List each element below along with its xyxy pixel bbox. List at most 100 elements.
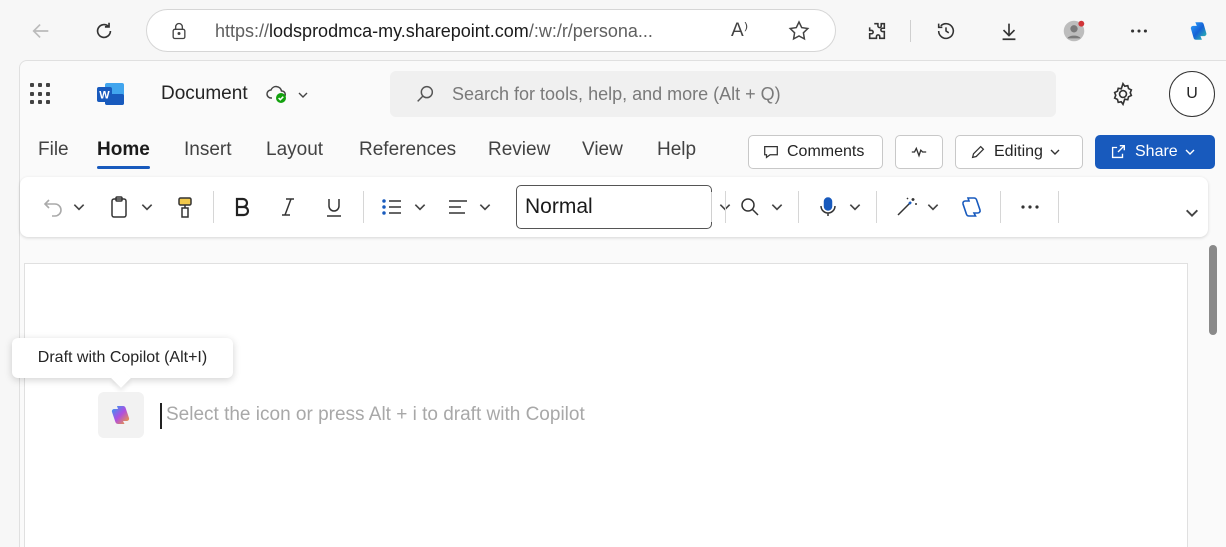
undo-dropdown[interactable] (70, 191, 88, 223)
find-button[interactable] (736, 191, 764, 223)
copilot-toolbar-button[interactable] (957, 191, 987, 223)
settings-gear-icon[interactable] (1110, 81, 1136, 107)
search-icon (417, 85, 434, 102)
history-button[interactable] (927, 12, 965, 50)
read-aloud-icon[interactable]: A⁾ (731, 19, 748, 42)
chevron-down-icon (849, 204, 861, 211)
chevron-down-icon (1050, 149, 1060, 155)
microphone-icon (820, 197, 836, 216)
more-button[interactable] (1120, 12, 1158, 50)
tab-references[interactable]: References (359, 139, 456, 161)
puzzle-icon (868, 22, 886, 40)
catch-up-button[interactable] (895, 135, 943, 169)
search-input[interactable] (452, 71, 1032, 117)
expand-ribbon-button[interactable] (1182, 197, 1202, 229)
paste-dropdown[interactable] (138, 191, 156, 223)
back-button[interactable] (22, 12, 60, 50)
copilot-tooltip: Draft with Copilot (Alt+I) (12, 338, 233, 378)
copilot-icon (962, 197, 981, 217)
text-cursor (160, 403, 162, 429)
bold-button[interactable] (228, 191, 256, 223)
lock-icon[interactable] (169, 21, 189, 41)
favorite-star-icon[interactable] (787, 19, 811, 43)
tab-view[interactable]: View (582, 139, 623, 161)
copilot-icon (111, 406, 130, 424)
draft-with-copilot-button[interactable] (98, 392, 144, 438)
designer-dropdown[interactable] (924, 191, 942, 223)
toolbar-separator (876, 191, 877, 223)
share-button[interactable]: Share (1095, 135, 1215, 169)
toolbar-separator (725, 191, 726, 223)
format-painter-button[interactable] (172, 191, 198, 223)
chevron-down-icon (1185, 149, 1195, 155)
italic-icon (282, 198, 294, 216)
search-box[interactable] (390, 71, 1056, 117)
app-launcher-icon[interactable] (30, 83, 52, 105)
toolbar-separator (1058, 191, 1059, 223)
tab-insert[interactable]: Insert (184, 139, 232, 161)
format-painter-icon (178, 197, 192, 218)
style-value: Normal (525, 195, 593, 218)
chevron-down-icon (927, 204, 939, 211)
tab-home[interactable]: Home (97, 139, 150, 169)
ribbon-toolbar: Normal (20, 177, 1208, 237)
comments-label: Comments (787, 143, 865, 160)
alignment-button[interactable] (444, 191, 472, 223)
tab-help[interactable]: Help (657, 139, 696, 161)
alignment-dropdown[interactable] (476, 191, 494, 223)
extensions-button[interactable] (858, 12, 896, 50)
user-avatar[interactable]: U (1169, 71, 1215, 117)
refresh-icon (96, 22, 112, 39)
toolbar-separator (363, 191, 364, 223)
more-dots-icon (1131, 29, 1147, 33)
tab-layout[interactable]: Layout (266, 139, 323, 161)
svg-text:W: W (99, 90, 110, 102)
pencil-icon (971, 145, 985, 159)
vertical-scrollbar[interactable] (1209, 245, 1217, 335)
profile-button[interactable] (1055, 12, 1093, 50)
undo-button[interactable] (40, 191, 66, 223)
word-app: W Document U File Home Insert Layout Ref… (19, 60, 1226, 547)
chevron-down-icon (771, 204, 783, 211)
toolbar-separator (213, 191, 214, 223)
chevron-down-icon (414, 204, 426, 211)
toolbar-divider (910, 20, 911, 42)
draft-hint-text: Select the icon or press Alt + i to draf… (166, 404, 585, 425)
italic-button[interactable] (274, 191, 302, 223)
underline-button[interactable] (320, 191, 348, 223)
dictate-dropdown[interactable] (846, 191, 864, 223)
activity-icon (911, 146, 927, 158)
cloud-saved-icon[interactable] (265, 83, 289, 105)
bullets-dropdown[interactable] (411, 191, 429, 223)
document-title[interactable]: Document (161, 83, 248, 105)
chevron-down-icon (1186, 209, 1198, 217)
toolbar-separator (1000, 191, 1001, 223)
url-text[interactable]: https://lodsprodmca-my.sharepoint.com/:w… (215, 21, 653, 42)
word-logo-icon[interactable]: W (97, 82, 125, 106)
paste-button[interactable] (106, 191, 132, 223)
tab-review[interactable]: Review (488, 139, 550, 161)
comments-button[interactable]: Comments (748, 135, 883, 169)
refresh-button[interactable] (85, 12, 123, 50)
chevron-down-icon (479, 204, 491, 211)
tab-file[interactable]: File (38, 139, 69, 161)
copilot-browser-button[interactable] (1180, 12, 1218, 50)
magic-wand-icon (897, 197, 917, 216)
editing-mode-button[interactable]: Editing (955, 135, 1083, 169)
toolbar-separator (798, 191, 799, 223)
designer-button[interactable] (892, 191, 920, 223)
dictate-button[interactable] (814, 191, 842, 223)
chevron-down-icon[interactable] (297, 89, 309, 101)
ribbon-tabs: File Home Insert Layout References Revie… (20, 135, 1226, 171)
style-dropdown[interactable]: Normal (516, 185, 730, 229)
find-dropdown[interactable] (768, 191, 786, 223)
history-icon (937, 22, 955, 40)
clipboard-icon (111, 196, 127, 218)
more-options-button[interactable] (1015, 191, 1045, 223)
app-header: W Document U (20, 61, 1226, 127)
address-bar[interactable]: https://lodsprodmca-my.sharepoint.com/:w… (146, 9, 836, 52)
downloads-button[interactable] (990, 12, 1028, 50)
style-dropdown-toggle[interactable] (711, 192, 737, 222)
bullets-button[interactable] (378, 191, 406, 223)
more-dots-icon (1021, 205, 1039, 209)
